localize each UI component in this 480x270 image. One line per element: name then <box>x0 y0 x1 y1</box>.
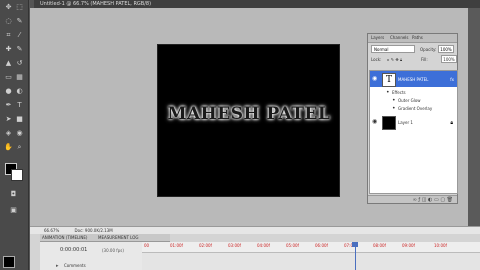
shape-tool-icon[interactable]: ■ <box>15 115 24 123</box>
lock-row: Lock: ▫ ✎ ✥ 🔒︎ Fill: 100% <box>371 55 457 65</box>
text-layer-thumbnail-icon: T <box>382 73 396 87</box>
opacity-field[interactable]: 100% <box>438 45 454 53</box>
ruler-tick: 08:00f <box>373 243 386 248</box>
background-color-swatch[interactable] <box>11 169 23 181</box>
ruler-tick: 04:00f <box>257 243 270 248</box>
fill-label: Fill: <box>421 57 428 62</box>
tab-channels[interactable]: Channels <box>390 35 409 40</box>
zoom-tool-icon[interactable]: ⌕ <box>15 143 24 151</box>
new-layer-icon[interactable]: ▢ <box>440 197 445 203</box>
expand-icon[interactable]: ▸ <box>56 263 59 269</box>
layer-lock-icon: 🔒︎ <box>450 120 453 126</box>
gradient-overlay-eye-icon[interactable]: • <box>392 106 398 112</box>
playhead-handle[interactable] <box>352 242 358 247</box>
zoom-level[interactable]: 66.67% <box>44 228 59 233</box>
blend-mode-select[interactable]: Normal <box>371 45 415 53</box>
timeline-swatch <box>3 256 15 268</box>
adjustment-icon[interactable]: ◐ <box>428 197 432 203</box>
panel-tabs: Layers Channels Paths <box>368 34 457 43</box>
type-tool-icon[interactable]: T <box>15 101 24 109</box>
visibility-eye-icon[interactable]: ◉ <box>372 119 378 125</box>
lock-pixels-icon[interactable]: ▫ <box>387 57 390 62</box>
time-ruler[interactable]: 00 01:00f 02:00f 03:00f 04:00f 05:00f 06… <box>142 242 480 253</box>
document-canvas[interactable]: MAHESH PATEL <box>157 44 340 197</box>
quick-select-icon[interactable]: ✎ <box>15 17 24 25</box>
tools-panel: ✥ ⬚ ◌ ✎ ⌗ ⁄ ✚ ✎ ▲ ↺ ▭ ▦ ● ◐ ✒ T ➤ ■ ◈ ◉ … <box>0 0 29 270</box>
layer-name: MAHESH PATEL <box>398 77 429 82</box>
ruler-tick: 06:00f <box>315 243 328 248</box>
current-time[interactable]: 0:00:00:01 <box>60 247 87 253</box>
fx-icon[interactable]: fx <box>450 77 454 82</box>
dodge-tool-icon[interactable]: ◐ <box>15 87 24 95</box>
layer-row-text[interactable]: ◉ T MAHESH PATEL fx <box>370 71 457 87</box>
tab-animation[interactable]: ANIMATION (TIMELINE) <box>42 235 87 240</box>
ruler-tick: 10:00f <box>434 243 447 248</box>
link-layers-icon[interactable]: ∞ <box>413 197 417 203</box>
marquee-tool-icon[interactable]: ⬚ <box>15 3 24 11</box>
effects-eye-icon[interactable]: • <box>386 90 392 96</box>
effect-outer-glow[interactable]: Outer Glow <box>398 98 421 103</box>
brush-tool-icon[interactable]: ✎ <box>15 45 24 53</box>
panel-footer: ∞ ƒ ◫ ◐ ▭ ▢ 🗑︎ <box>368 195 457 203</box>
background-layer-thumbnail <box>382 116 396 130</box>
layers-panel: Layers Channels Paths Normal Opacity: 10… <box>367 33 458 204</box>
eyedropper-icon[interactable]: ⁄ <box>15 31 24 39</box>
tab-paths[interactable]: Paths <box>412 35 423 40</box>
effect-gradient-overlay[interactable]: Gradient Overlay <box>398 106 432 111</box>
tab-layers[interactable]: Layers <box>371 35 384 40</box>
clone-stamp-icon[interactable]: ▲ <box>4 59 13 67</box>
add-mask-icon[interactable]: ◫ <box>422 197 427 203</box>
pen-tool-icon[interactable]: ✒ <box>4 101 13 109</box>
gradient-tool-icon[interactable]: ▦ <box>15 73 24 81</box>
crop-tool-icon[interactable]: ⌗ <box>4 31 13 39</box>
canvas-text-layer: MAHESH PATEL <box>167 104 331 124</box>
hand-tool-icon[interactable]: ✋ <box>4 143 13 151</box>
ruler-tick: 09:00f <box>402 243 415 248</box>
3d-camera-icon[interactable]: ◉ <box>15 129 24 137</box>
current-time-indicator[interactable] <box>352 242 358 270</box>
ruler-tick: 00 <box>144 243 150 248</box>
layer-name: Layer 1 <box>398 120 413 125</box>
document-title: Untitled-1 @ 66.7% (MAHESH PATEL, RGB/8) <box>40 1 152 7</box>
path-select-icon[interactable]: ➤ <box>4 115 13 123</box>
fill-field[interactable]: 100% <box>441 55 457 63</box>
comments-track[interactable] <box>142 253 480 270</box>
new-group-icon[interactable]: ▭ <box>434 197 439 203</box>
blur-tool-icon[interactable]: ● <box>4 87 13 95</box>
ruler-tick: 02:00f <box>199 243 212 248</box>
lock-move-icon[interactable]: ✥ <box>395 57 398 62</box>
animation-timeline-panel: ANIMATION (TIMELINE) MEASUREMENT LOG 0:0… <box>30 234 480 270</box>
frame-rate: (30.00 fps) <box>102 248 124 253</box>
doc-info: Doc: 900.0K/2.13M <box>74 228 113 233</box>
document-tab[interactable]: Untitled-1 @ 66.7% (MAHESH PATEL, RGB/8) <box>30 0 480 8</box>
move-tool-icon[interactable]: ✥ <box>4 3 13 11</box>
eraser-tool-icon[interactable]: ▭ <box>4 73 13 81</box>
lock-all-icon[interactable]: 🔒︎ <box>400 57 402 62</box>
3d-rotate-icon[interactable]: ◈ <box>4 129 13 137</box>
layers-list: ◉ T MAHESH PATEL fx Effects • Outer Glow… <box>369 70 458 194</box>
lasso-tool-icon[interactable]: ◌ <box>4 17 13 25</box>
ruler-tick: 03:00f <box>228 243 241 248</box>
outer-glow-eye-icon[interactable]: • <box>392 98 398 104</box>
panel-dock <box>468 8 480 226</box>
opacity-label: Opacity: <box>420 47 437 52</box>
effects-label: Effects <box>392 90 406 95</box>
screen-mode-icon[interactable]: ▣ <box>9 206 18 214</box>
timeline-layers: 0:00:00:01 (30.00 fps) ▸ Comments <box>40 242 142 270</box>
comments-track-label: Comments <box>64 263 86 268</box>
ruler-tick: 01:00f <box>170 243 183 248</box>
history-brush-icon[interactable]: ↺ <box>15 59 24 67</box>
timeline-tabs: ANIMATION (TIMELINE) MEASUREMENT LOG <box>40 234 170 242</box>
lock-brush-icon[interactable]: ✎ <box>391 57 394 62</box>
ruler-tick: 05:00f <box>286 243 299 248</box>
close-tab-icon[interactable] <box>30 0 34 8</box>
healing-brush-icon[interactable]: ✚ <box>4 45 13 53</box>
visibility-eye-icon[interactable]: ◉ <box>372 76 378 82</box>
quick-mask-icon[interactable]: ◘ <box>9 190 18 198</box>
lock-label: Lock: <box>371 57 382 62</box>
delete-layer-icon[interactable]: 🗑︎ <box>447 197 453 203</box>
add-style-icon[interactable]: ƒ <box>418 197 420 203</box>
tab-measurement[interactable]: MEASUREMENT LOG <box>98 235 139 240</box>
